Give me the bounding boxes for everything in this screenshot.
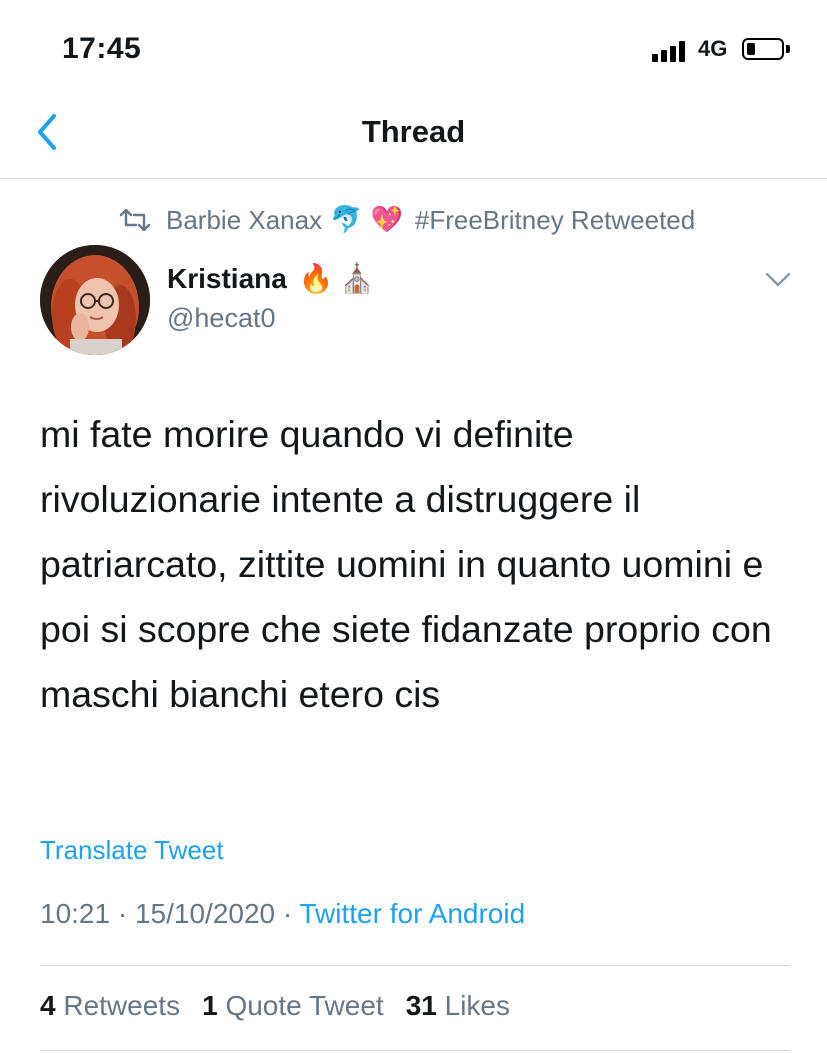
tweet-options-button[interactable] xyxy=(762,268,794,292)
page-title: Thread xyxy=(361,114,466,149)
divider xyxy=(40,965,790,966)
retweeted-label: #FreeBritney Retweeted xyxy=(414,204,696,235)
retweet-icon xyxy=(119,209,151,231)
heart-emoji: 💖 xyxy=(370,205,403,235)
quotes-label: Quote Tweet xyxy=(225,990,384,1021)
author-name[interactable]: Kristiana 🔥 ⛪ xyxy=(167,262,375,295)
battery-icon xyxy=(742,38,784,60)
quotes-count: 1 xyxy=(202,990,218,1021)
tweet-date: 15/10/2020 xyxy=(134,898,276,929)
network-label: 4G xyxy=(698,36,728,61)
battery-tip xyxy=(786,45,790,53)
quotes-stat[interactable]: 1 Quote Tweet xyxy=(202,990,384,1022)
church-emoji: ⛪ xyxy=(339,262,375,295)
likes-stat[interactable]: 31 Likes xyxy=(406,990,510,1022)
tweet-text: mi fate morire quando vi definite rivolu… xyxy=(40,413,772,715)
status-time: 17:45 xyxy=(62,32,142,65)
tweet-stats: 4 Retweets 1 Quote Tweet 31 Likes xyxy=(40,990,532,1022)
avatar[interactable] xyxy=(40,245,150,355)
avatar-image xyxy=(40,245,150,355)
fire-emoji: 🔥 xyxy=(298,262,334,295)
author-handle[interactable]: @hecat0 xyxy=(167,303,275,334)
dolphin-emoji: 🐬 xyxy=(330,205,363,235)
translate-tweet-link[interactable]: Translate Tweet xyxy=(40,835,224,866)
chevron-down-icon xyxy=(765,272,791,287)
separator: · xyxy=(117,898,135,929)
retweet-context[interactable]: Barbie Xanax 🐬 💖 #FreeBritney Retweeted xyxy=(118,200,695,240)
tweet-source-link[interactable]: Twitter for Android xyxy=(300,898,526,929)
retweeter-name: Barbie Xanax xyxy=(166,204,323,235)
nav-bar: Thread xyxy=(0,100,827,179)
divider xyxy=(40,1050,790,1051)
status-bar: 17:45 4G xyxy=(0,0,827,100)
tweet-meta: 10:21 · 15/10/2020 · Twitter for Android xyxy=(40,898,525,930)
retweets-stat[interactable]: 4 Retweets xyxy=(40,990,180,1022)
likes-label: Likes xyxy=(444,990,511,1021)
signal-icon xyxy=(652,40,690,62)
author-display-name: Kristiana xyxy=(167,262,287,294)
likes-count: 31 xyxy=(405,990,437,1021)
retweets-label: Retweets xyxy=(63,990,181,1021)
retweets-count: 4 xyxy=(40,990,56,1021)
separator: · xyxy=(282,898,300,929)
tweet-time: 10:21 xyxy=(40,898,111,929)
